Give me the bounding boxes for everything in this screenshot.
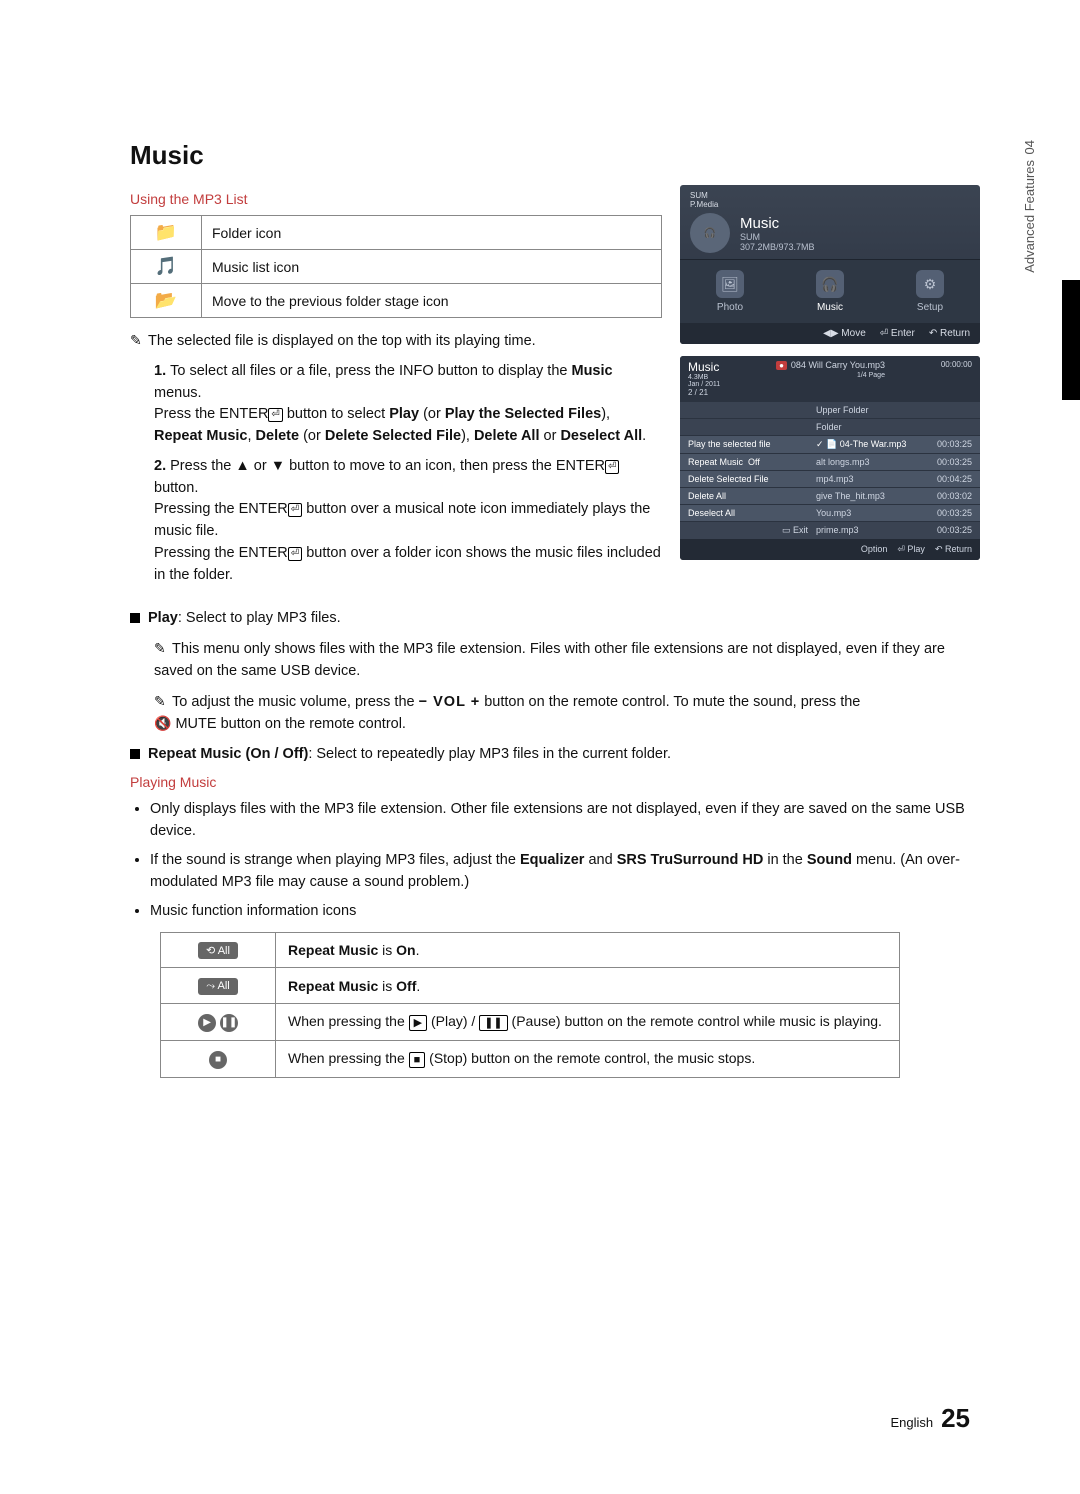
menu-deselect-all[interactable]: Deselect All <box>688 508 808 518</box>
tab-setup[interactable]: ⚙Setup <box>916 270 944 313</box>
function-icon-table: ⟲ All Repeat Music is On. ⤳ All Repeat M… <box>160 932 900 1078</box>
side-chapter-tab: 04 Advanced Features <box>1022 140 1052 360</box>
table-row: ⤳ All Repeat Music is Off. <box>161 968 900 1004</box>
repeat-bullet: Repeat Music (On / Off): Select to repea… <box>130 744 980 766</box>
vol-button-label: − VOL + <box>419 694 481 710</box>
setup-icon: ⚙ <box>916 270 944 298</box>
table-row: 📁 Folder icon <box>131 216 662 250</box>
list-item[interactable]: prime.mp3 <box>808 525 922 536</box>
music-icon: 🎧 <box>816 270 844 298</box>
hint-return: ↶ Return <box>935 544 972 555</box>
list-item[interactable]: give The_hit.mp3 <box>808 491 922 501</box>
table-row: 📂 Move to the previous folder stage icon <box>131 284 662 318</box>
side-black-tab <box>1062 280 1080 400</box>
icon-label: Music list icon <box>202 250 662 284</box>
enter-icon: ⏎ <box>288 503 302 517</box>
list-item[interactable]: Folder <box>808 422 922 432</box>
table-row: ■ When pressing the ■ (Stop) button on t… <box>161 1041 900 1078</box>
hint-move: ◀▶ Move <box>823 328 866 339</box>
red-chip: ● <box>776 361 787 370</box>
square-bullet-icon <box>130 613 140 623</box>
play-status-icon: ▶ <box>198 1014 216 1032</box>
hint-option: Option <box>861 544 888 555</box>
exit-button[interactable]: Exit <box>793 525 808 535</box>
headphones-icon: 🎧 <box>690 213 730 253</box>
enter-icon: ⏎ <box>268 408 282 422</box>
repeat-all-off-icon: ⤳ All <box>198 978 237 995</box>
note-icon: ✎ <box>154 638 172 659</box>
play-button-icon: ▶ <box>409 1015 427 1031</box>
icon-legend-table: 📁 Folder icon 🎵 Music list icon 📂 Move t… <box>130 215 662 318</box>
music-list-icon: 🎵 <box>131 250 202 284</box>
icon-label: Folder icon <box>202 216 662 250</box>
tab-music[interactable]: 🎧Music <box>816 270 844 313</box>
prev-folder-icon: 📂 <box>131 284 202 318</box>
media-player-list-screenshot: Music 4.3MB Jan / 2011 2 / 21 ●084 Will … <box>680 356 980 560</box>
note-text: This menu only shows files with the MP3 … <box>154 641 945 679</box>
hint-enter: ⏎ Enter <box>880 328 915 339</box>
menu-delete-selected[interactable]: Delete Selected File <box>688 474 808 484</box>
square-bullet-icon <box>130 749 140 759</box>
media-player-home-screenshot: SUM P.Media 🎧 Music SUM 307.2MB/973.7MB … <box>680 185 980 344</box>
photo-icon: 🖼 <box>716 270 744 298</box>
table-row: ▶ ❚❚ When pressing the ▶ (Play) / ❚❚ (Pa… <box>161 1004 900 1041</box>
note-icon: ✎ <box>130 330 148 351</box>
chapter-title: Advanced Features <box>1022 160 1037 273</box>
hint-return: ↶ Return <box>929 328 970 339</box>
note-text: The selected file is displayed on the to… <box>148 333 536 349</box>
enter-icon: ⏎ <box>288 547 302 561</box>
chapter-number: 04 <box>1022 140 1052 154</box>
step-2: 2. Press the ▲ or ▼ button to move to an… <box>154 456 662 587</box>
menu-delete-all[interactable]: Delete All <box>688 491 808 501</box>
page-title: Music <box>130 140 980 171</box>
table-row: ⟲ All Repeat Music is On. <box>161 933 900 968</box>
section-using-mp3-list: Using the MP3 List <box>130 191 662 207</box>
section-playing-music: Playing Music <box>130 774 980 790</box>
step-1: 1. To select all files or a file, press … <box>154 361 662 448</box>
media-title: Music <box>740 215 815 232</box>
playing-music-bullets: Only displays files with the MP3 file ex… <box>150 798 980 922</box>
enter-icon: ⏎ <box>605 460 619 474</box>
list-item[interactable]: alt longs.mp3 <box>808 457 922 467</box>
menu-repeat-music[interactable]: Repeat Music <box>688 457 743 467</box>
stop-status-icon: ■ <box>209 1051 227 1069</box>
list-item[interactable]: mp4.mp3 <box>808 474 922 484</box>
list-item[interactable]: Upper Folder <box>808 405 922 415</box>
hint-play: ⏎ Play <box>897 544 925 555</box>
pause-button-icon: ❚❚ <box>479 1015 507 1031</box>
list-item: If the sound is strange when playing MP3… <box>150 849 980 894</box>
icon-label: Move to the previous folder stage icon <box>202 284 662 318</box>
list-item: Only displays files with the MP3 file ex… <box>150 798 980 843</box>
mute-icon: 🔇 <box>154 715 171 731</box>
play-bullet: Play: Select to play MP3 files. <box>130 608 980 630</box>
stop-button-icon: ■ <box>409 1052 426 1068</box>
list-item[interactable]: You.mp3 <box>808 508 922 518</box>
menu-play-selected[interactable]: Play the selected file <box>688 439 808 450</box>
table-row: 🎵 Music list icon <box>131 250 662 284</box>
tab-photo[interactable]: 🖼Photo <box>716 270 744 313</box>
page-footer: English25 <box>890 1403 970 1434</box>
folder-icon: 📁 <box>131 216 202 250</box>
pause-status-icon: ❚❚ <box>220 1014 238 1032</box>
page-number: 25 <box>941 1403 970 1433</box>
note-icon: ✎ <box>154 691 172 712</box>
repeat-all-on-icon: ⟲ All <box>198 942 238 959</box>
list-item: Music function information icons <box>150 900 980 922</box>
